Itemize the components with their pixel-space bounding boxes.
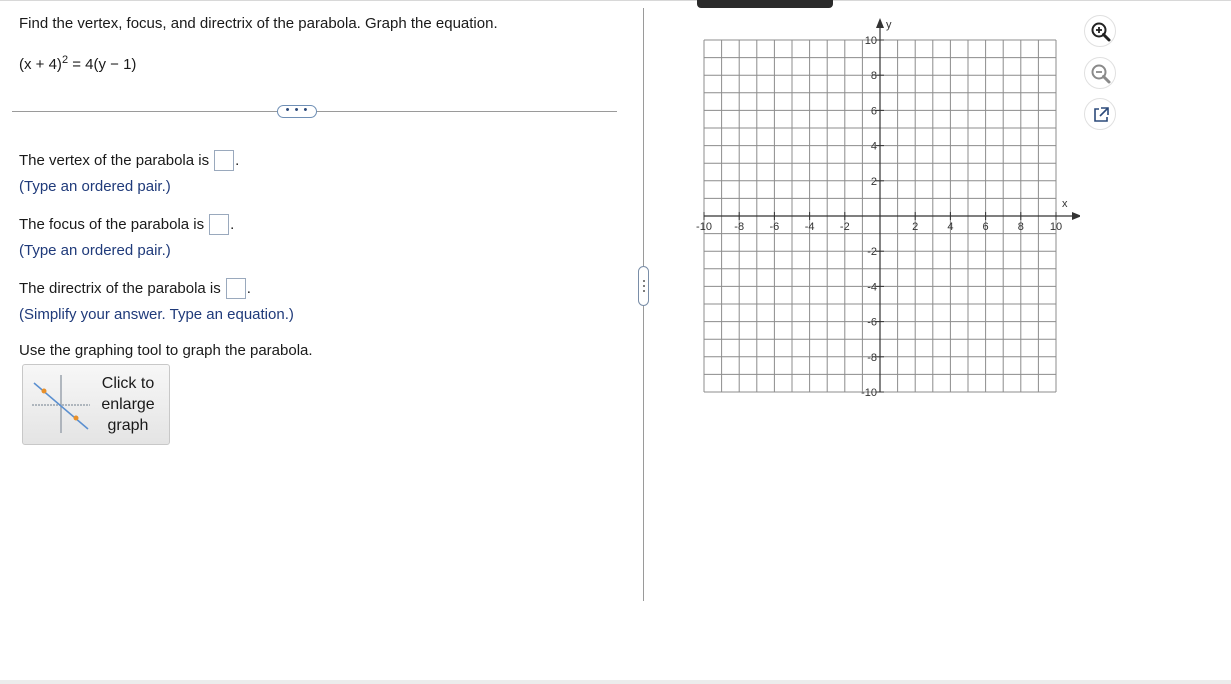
y-tick-label: 6 — [871, 105, 877, 117]
zoom-out-icon — [1091, 64, 1111, 84]
vertex-row: The vertex of the parabola is . — [19, 150, 239, 171]
graph-instruction-row: Use the graphing tool to graph the parab… — [19, 342, 313, 359]
equation-base: (x + 4) — [19, 56, 62, 73]
y-tick-label: 8 — [871, 70, 877, 82]
y-tick-label: 4 — [871, 141, 877, 153]
zoom-in-button[interactable] — [1084, 15, 1116, 47]
x-tick-label: 10 — [1050, 221, 1062, 233]
x-tick-label: 8 — [1018, 221, 1024, 233]
y-tick-label: -6 — [867, 317, 877, 329]
popout-button[interactable] — [1084, 98, 1116, 130]
x-tick-label: 4 — [947, 221, 953, 233]
enlarge-label-line1: Click to — [101, 375, 155, 392]
directrix-label: The directrix of the parabola is — [19, 280, 221, 297]
graph-instruction: Use the graphing tool to graph the parab… — [19, 342, 313, 359]
vertex-hint: (Type an ordered pair.) — [19, 178, 171, 195]
graph-thumbnail-icon — [32, 375, 90, 433]
enlarge-label-line2: enlarge — [101, 396, 155, 413]
x-tick-label: -10 — [696, 221, 712, 233]
x-tick-label: -2 — [840, 221, 850, 233]
y-tick-label: 10 — [865, 35, 877, 47]
x-axis-label: x — [1062, 198, 1068, 210]
y-tick-label: -4 — [867, 281, 877, 293]
focus-label: The focus of the parabola is — [19, 216, 205, 233]
enlarge-graph-label: Click to enlarge graph — [95, 373, 161, 436]
y-axis-label: y — [886, 19, 892, 31]
bottom-strip — [0, 680, 1231, 684]
directrix-answer-box[interactable] — [225, 278, 246, 299]
zoom-in-icon — [1091, 22, 1111, 42]
directrix-hint: (Simplify your answer. Type an equation.… — [19, 306, 294, 323]
y-tick-label: -10 — [861, 387, 877, 399]
focus-answer-box[interactable] — [209, 214, 230, 235]
enlarge-graph-button[interactable]: Click to enlarge graph — [22, 364, 170, 445]
zoom-out-button[interactable] — [1084, 57, 1116, 89]
y-tick-label: 2 — [871, 176, 877, 188]
x-tick-label: -4 — [805, 221, 815, 233]
y-axis-arrow — [876, 18, 884, 28]
vertex-label: The vertex of the parabola is — [19, 152, 210, 169]
focus-row: The focus of the parabola is . — [19, 214, 234, 235]
directrix-period: . — [246, 280, 251, 297]
top-tab[interactable] — [697, 0, 833, 8]
x-tick-label: -6 — [770, 221, 780, 233]
equation-rhs: = 4(y − 1) — [68, 56, 137, 73]
focus-period: . — [230, 216, 235, 233]
vertex-period: . — [235, 152, 240, 169]
focus-hint: (Type an ordered pair.) — [19, 242, 171, 259]
directrix-row: The directrix of the parabola is . — [19, 278, 251, 299]
equation: (x + 4)2 = 4(y − 1) — [19, 54, 137, 73]
question-prompt: Find the vertex, focus, and directrix of… — [19, 15, 498, 32]
splitter-handle[interactable] — [638, 266, 649, 306]
x-tick-label: -8 — [734, 221, 744, 233]
coordinate-graph[interactable]: x y -10 -8 -6 -4 -2 2 4 6 8 10 10 8 6 4 2 -2 -4 -6 -8 -10 — [690, 14, 1080, 406]
vertex-answer-box[interactable] — [214, 150, 235, 171]
top-border — [0, 0, 1231, 1]
x-axis-arrow — [1072, 212, 1080, 220]
x-tick-label: 2 — [912, 221, 918, 233]
enlarge-label-line3: graph — [107, 417, 149, 434]
x-tick-label: 6 — [983, 221, 989, 233]
y-tick-label: -8 — [867, 352, 877, 364]
more-button[interactable]: • • • — [277, 105, 317, 118]
equation-exponent: 2 — [61, 54, 69, 66]
popout-icon — [1094, 107, 1109, 122]
y-tick-label: -2 — [867, 246, 877, 258]
